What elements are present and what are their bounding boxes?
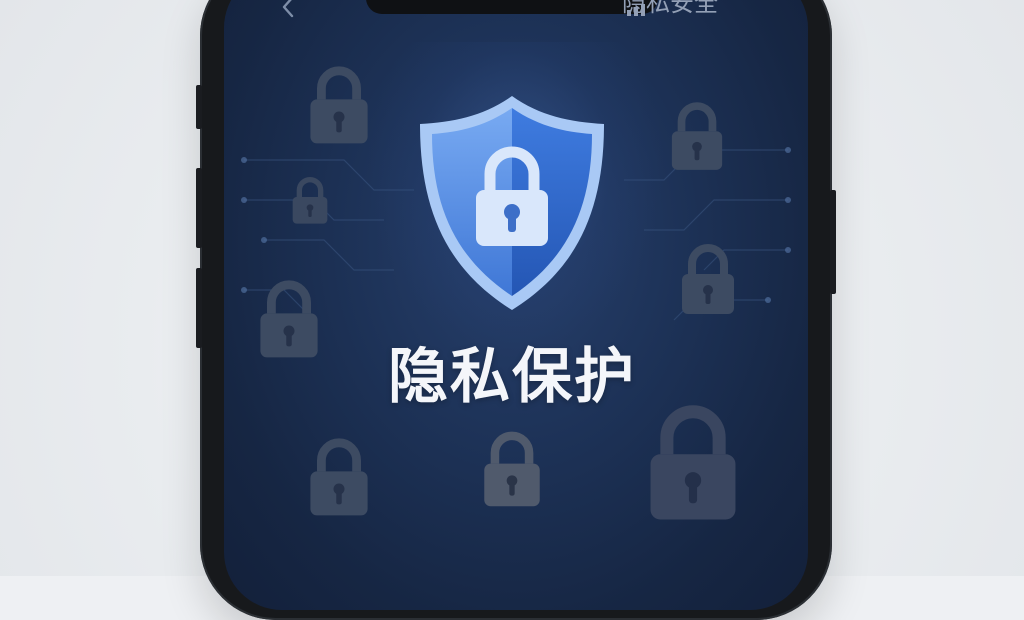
phone-side-button xyxy=(196,85,202,129)
shield-lock-icon xyxy=(420,96,604,310)
phone-side-button xyxy=(196,168,202,248)
padlock-icon xyxy=(484,431,540,507)
padlock-icon xyxy=(310,66,368,144)
phone-side-button xyxy=(196,268,202,348)
phone-notch xyxy=(366,0,658,14)
padlock-icon xyxy=(671,102,723,170)
padlock-icon xyxy=(310,438,368,516)
screen-title: 隐私安全 xyxy=(622,0,718,17)
padlock-icon xyxy=(292,177,328,224)
padlock-icon xyxy=(260,280,318,358)
privacy-protection-title: 隐私保护 xyxy=(388,342,636,412)
padlock-icon xyxy=(650,405,736,520)
chevron-left-icon[interactable] xyxy=(278,0,300,18)
phone-power-button xyxy=(830,190,836,294)
padlock-icon xyxy=(682,244,734,314)
